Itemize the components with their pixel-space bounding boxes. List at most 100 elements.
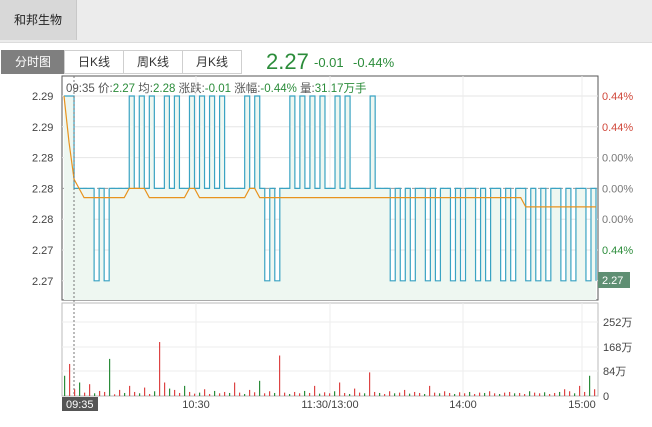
volume-bar (514, 393, 516, 396)
volume-bar (369, 372, 371, 396)
y-right-tick-label: 0.00% (602, 183, 633, 195)
volume-bar (219, 393, 221, 396)
volume-bar (64, 375, 66, 396)
volume-bar (574, 393, 576, 396)
intraday-chart[interactable]: 2.29 2.29 2.28 2.28 2.28 2.27 2.27 0.44% 0.44% 0.… (0, 0, 652, 427)
volume-bar (499, 393, 501, 396)
volume-bar (304, 390, 306, 396)
volume-bar (314, 385, 316, 396)
volume-bar (89, 384, 91, 396)
volume-bar (139, 393, 141, 396)
volume-bar (444, 391, 446, 396)
volume-tick-label: 84万 (603, 366, 626, 378)
volume-bar (169, 388, 171, 396)
volume-bar (384, 393, 386, 396)
y-right-tick-label: 0.44% (602, 91, 633, 103)
volume-bar (399, 392, 401, 396)
volume-bar (309, 392, 311, 396)
volume-bar (539, 393, 541, 396)
volume-bar (134, 391, 136, 396)
y-left-tick-label: 2.29 (32, 91, 53, 103)
y-left-tick-label: 2.28 (32, 183, 53, 195)
volume-bar (544, 392, 546, 396)
y-left-tick-label: 2.28 (32, 153, 53, 165)
volume-bar (254, 392, 256, 396)
volume-bar (359, 392, 361, 396)
volume-bar (129, 385, 131, 396)
y-left-tick-label: 2.29 (32, 122, 53, 134)
volume-bar (349, 393, 351, 396)
y-left-tick-label: 2.28 (32, 214, 53, 226)
volume-bar (154, 391, 156, 396)
volume-bar (549, 393, 551, 396)
volume-bar (439, 393, 441, 396)
volume-bar (274, 392, 276, 396)
volume-bar (199, 392, 201, 396)
volume-bar (429, 385, 431, 396)
current-price-tag: 2.27 (602, 275, 623, 287)
volume-bar (104, 391, 106, 396)
volume-bar (149, 393, 151, 396)
volume-bar (404, 389, 406, 396)
x-tick-label: 15:00 (568, 399, 596, 411)
volume-bar (204, 389, 206, 396)
volume-bar (559, 391, 561, 396)
volume-bar (354, 388, 356, 396)
volume-bar (459, 392, 461, 396)
volume-bar (434, 392, 436, 396)
volume-tick-label: 168万 (603, 342, 632, 354)
volume-bar (329, 393, 331, 396)
volume-bar (69, 363, 71, 396)
volume-bar (504, 392, 506, 396)
volume-bar (229, 392, 231, 396)
volume-bar (174, 389, 176, 396)
y-left-tick-label: 2.27 (32, 276, 53, 288)
volume-bar (194, 393, 196, 396)
volume-bar (524, 393, 526, 396)
volume-bar (189, 391, 191, 396)
volume-bar (449, 392, 451, 396)
x-tick-label: 14:00 (449, 399, 477, 411)
volume-bar (479, 392, 481, 396)
x-tick-label: 09:35 (66, 399, 94, 411)
volume-bar (109, 358, 111, 396)
volume-bar (264, 393, 266, 396)
volume-bar (569, 391, 571, 396)
volume-bar (84, 392, 86, 396)
volume-bar (409, 393, 411, 396)
volume-bar (184, 385, 186, 396)
volume-bar (484, 392, 486, 396)
volume-bar (419, 392, 421, 396)
volume-bar (394, 393, 396, 396)
volume-bar (289, 393, 291, 396)
volume-bar (234, 382, 236, 396)
volume-bar (159, 342, 161, 396)
volume-bar (224, 391, 226, 396)
volume-bar (249, 389, 251, 396)
volume-bar (564, 389, 566, 396)
volume-bar (79, 382, 81, 396)
volume-bar (324, 392, 326, 396)
volume-bar (374, 391, 376, 396)
volume-bar (454, 393, 456, 396)
volume-bar (144, 387, 146, 396)
volume-bar (509, 391, 511, 396)
volume-bar (294, 391, 296, 396)
volume-bar (279, 355, 281, 396)
x-tick-label: 10:30 (182, 399, 210, 411)
volume-bar (344, 392, 346, 396)
volume-bar (589, 375, 591, 396)
volume-bar (364, 393, 366, 396)
volume-bar (474, 393, 476, 396)
volume-bar (334, 391, 336, 396)
y-right-tick-label: 0.44% (602, 245, 633, 257)
volume-bar (239, 392, 241, 396)
volume-bar (579, 385, 581, 396)
x-tick-label: 11:30/13:00 (301, 399, 358, 411)
volume-bar (469, 391, 471, 396)
volume-bar (114, 394, 116, 396)
volume-bar (269, 391, 271, 396)
volume-bar (284, 392, 286, 396)
volume-bar (259, 380, 261, 396)
volume-bar (299, 393, 301, 396)
